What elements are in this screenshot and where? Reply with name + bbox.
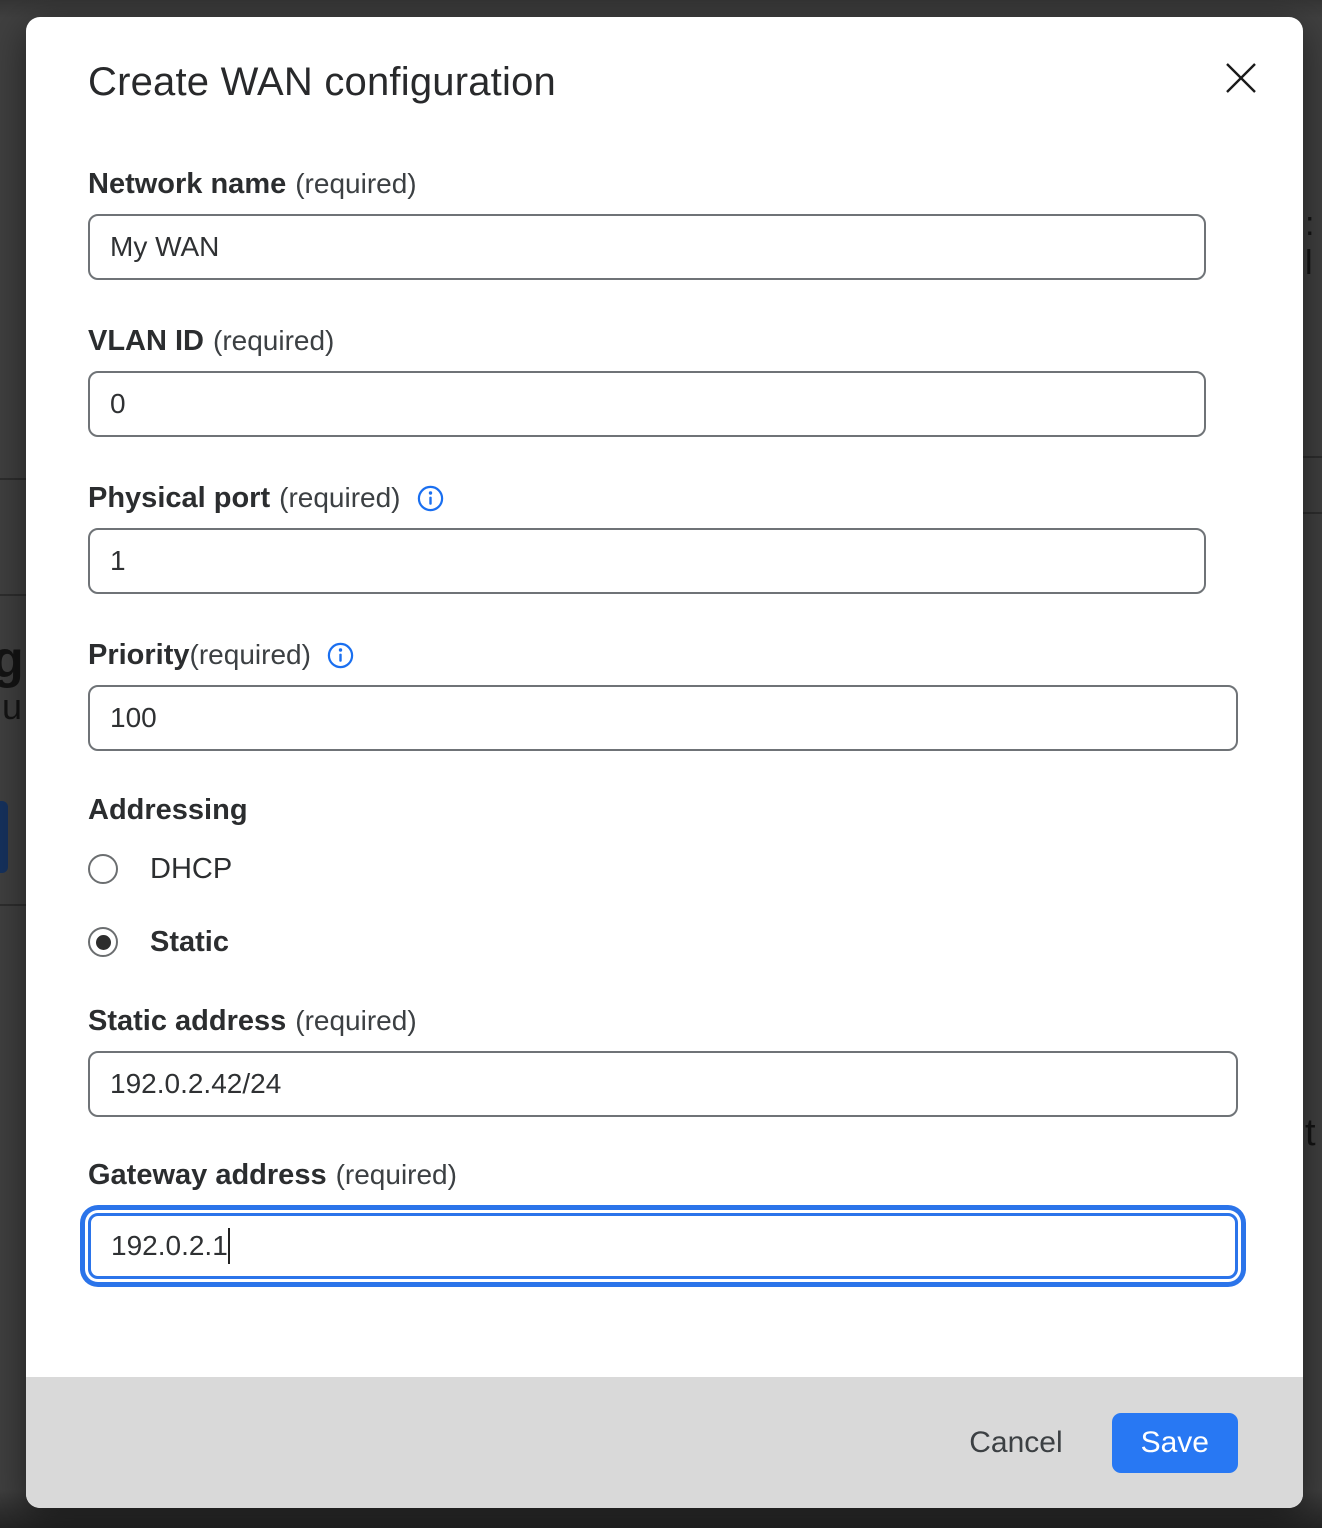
info-icon[interactable] [417,485,444,512]
physical-port-field: Physical port (required) [88,481,1241,594]
create-wan-dialog: Create WAN configuration Network name (r… [26,17,1303,1508]
cancel-button[interactable]: Cancel [969,1426,1062,1460]
required-hint: (required) [190,638,311,672]
gateway-address-input[interactable] [88,1213,1238,1279]
radio-dot [96,935,111,950]
dialog-footer: Cancel Save [26,1377,1303,1508]
priority-field: Priority (required) [88,638,1241,751]
radio-selected-icon[interactable] [88,927,118,957]
info-icon[interactable] [327,642,354,669]
backdrop-line [1303,456,1322,458]
required-hint: (required) [295,1004,416,1038]
network-name-field: Network name (required) [88,167,1241,280]
required-hint: (required) [336,1158,457,1192]
static-address-input[interactable] [88,1051,1238,1117]
vlan-id-label: VLAN ID [88,324,204,358]
radio-unselected-icon[interactable] [88,854,118,884]
backdrop-text-fragment: : l [1305,205,1322,283]
backdrop-line [0,904,26,906]
dialog-body: Create WAN configuration Network name (r… [26,17,1303,1377]
backdrop-text-fragment: t [1305,1112,1316,1155]
backdrop-button-fragment [0,801,8,873]
dialog-title: Create WAN configuration [88,59,1241,105]
static-address-label: Static address [88,1004,286,1038]
save-button[interactable]: Save [1112,1413,1238,1473]
backdrop-line [0,478,26,480]
static-radio-label: Static [150,926,229,959]
required-hint: (required) [295,167,416,201]
network-name-label: Network name [88,167,286,201]
priority-input[interactable] [88,685,1238,751]
vlan-id-input[interactable] [88,371,1206,437]
backdrop-line [1303,512,1322,514]
physical-port-input[interactable] [88,528,1206,594]
required-hint: (required) [213,324,334,358]
vlan-id-field: VLAN ID (required) [88,324,1241,437]
network-name-input[interactable] [88,214,1206,280]
backdrop-text-fragment: u [2,686,22,728]
physical-port-label: Physical port [88,481,270,515]
addressing-heading: Addressing [88,793,1241,827]
close-button[interactable] [1219,57,1263,101]
dhcp-radio-label: DHCP [150,853,232,886]
backdrop-line [0,594,26,596]
text-cursor [228,1228,230,1264]
close-icon [1222,59,1260,100]
gateway-address-label: Gateway address [88,1158,327,1192]
required-hint: (required) [279,481,400,515]
gateway-address-field: Gateway address (required) [88,1158,1241,1279]
static-address-field: Static address (required) [88,1004,1241,1117]
backdrop-text-fragment: g [0,630,24,690]
addressing-option-dhcp[interactable]: DHCP [88,851,1241,887]
addressing-option-static[interactable]: Static [88,924,1241,960]
priority-label: Priority [88,638,190,672]
